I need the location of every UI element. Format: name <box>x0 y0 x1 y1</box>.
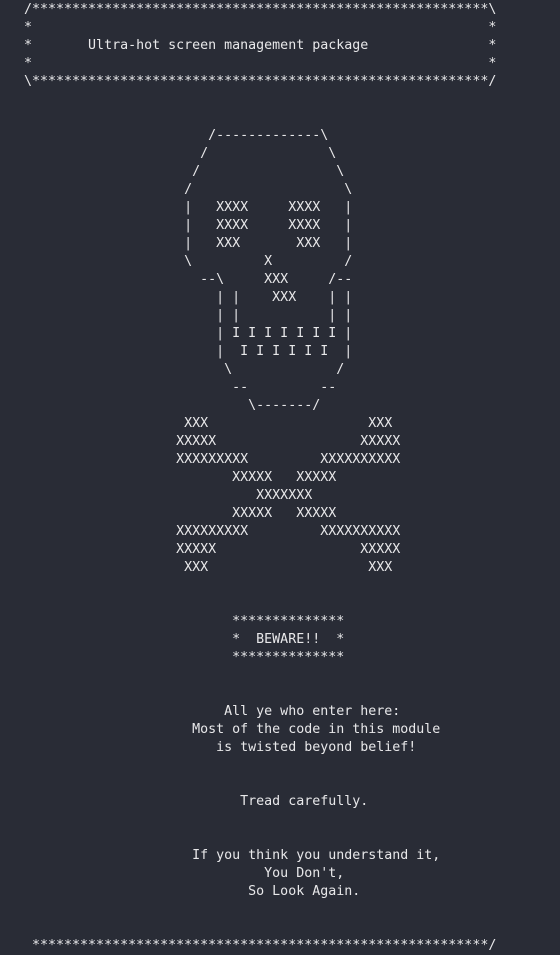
code-line: | | XXX | | <box>8 290 353 305</box>
code-line: ************** <box>8 614 345 629</box>
code-line: * * <box>8 20 497 35</box>
code-line: | I I I I I I | <box>8 344 353 359</box>
code-line: \-------/ <box>8 398 321 413</box>
code-line: * Ultra-hot screen management package * <box>8 38 497 53</box>
code-line: XXX XXX <box>8 560 393 575</box>
code-line: So Look Again. <box>8 884 361 899</box>
code-line: / \ <box>8 182 353 197</box>
code-line: | I I I I I I I | <box>8 326 353 341</box>
code-line: \ / <box>8 362 345 377</box>
code-line: /***************************************… <box>8 2 497 17</box>
code-line: XXXXXXXXX XXXXXXXXXX <box>8 524 401 539</box>
code-line: XXXXX XXXXX <box>8 470 337 485</box>
code-line: You Don't, <box>8 866 345 881</box>
code-line: -- -- <box>8 380 337 395</box>
code-line: | XXX XXX | <box>8 236 353 251</box>
code-editor[interactable]: /***************************************… <box>8 1 496 955</box>
code-line: | | | | <box>8 308 353 323</box>
code-line: If you think you understand it, <box>8 848 441 863</box>
code-line: --\ XXX /-- <box>8 272 353 287</box>
code-line: ************** <box>8 650 345 665</box>
code-line: /-------------\ <box>8 128 329 143</box>
code-line: \ X / <box>8 254 353 269</box>
code-line: / \ <box>8 164 345 179</box>
code-line: Tread carefully. <box>8 794 369 809</box>
code-line: XXXXX XXXXX <box>8 542 401 557</box>
code-line: | XXXX XXXX | <box>8 218 353 233</box>
code-line: * * <box>8 56 497 71</box>
code-line: is twisted beyond belief! <box>8 740 417 755</box>
code-line: * BEWARE!! * <box>8 632 345 647</box>
code-line: All ye who enter here: <box>8 704 401 719</box>
code-line: XXXXXXXXX XXXXXXXXXX <box>8 452 401 467</box>
code-line: XXXXX XXXXX <box>8 506 337 521</box>
code-line: | XXXX XXXX | <box>8 200 353 215</box>
code-line: XXX XXX <box>8 416 393 431</box>
code-line: / \ <box>8 146 337 161</box>
code-line: \***************************************… <box>8 74 497 89</box>
code-line: XXXXXXX <box>8 488 313 503</box>
code-line: ****************************************… <box>8 938 497 953</box>
code-line: Most of the code in this module <box>8 722 441 737</box>
code-line: XXXXX XXXXX <box>8 434 401 449</box>
